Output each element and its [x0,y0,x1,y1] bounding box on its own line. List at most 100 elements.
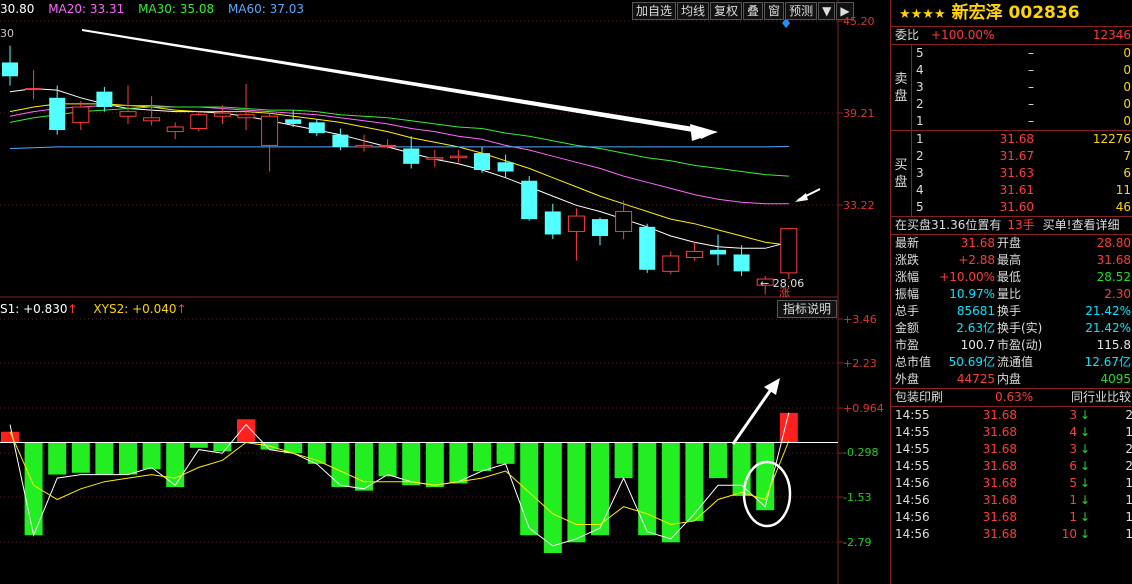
down-arrow-icon: ↓ [1079,493,1091,507]
ma-legend-ma30: MA30: 35.08 [138,2,215,16]
candle-body [474,153,490,170]
tick-volume: 4 [1069,425,1077,439]
candle-body [521,180,538,220]
tick-volume: 5 [1069,476,1077,490]
tick-row: 14:56 31.68 1 ↓ 1 [891,509,1132,526]
weibi-label: 委比 [895,28,920,42]
overlay-button[interactable]: 叠 [743,2,764,20]
ma-line [9,106,789,177]
ma-lines-button[interactable]: 均线 [677,2,710,20]
candle-body [213,112,231,117]
quote-value: 50.69亿 [948,355,995,369]
qty: 7 [1123,149,1131,163]
tick-time: 14:55 [895,442,930,456]
tick-price: 31.68 [982,408,1017,422]
tick-count: 1 [1125,527,1132,541]
quote-row: 外盘 44725 内盘 4095 [891,371,1132,388]
candle-body [426,157,444,160]
tick-count: 1 [1125,493,1132,507]
histogram-bar [709,442,727,479]
sell-row[interactable]: 5 – 0 [912,45,1132,62]
quote-label: 涨幅 [895,270,920,284]
quote-label: 最新 [895,236,920,250]
industry-compare-tab[interactable]: 同行业比较 [1055,389,1132,406]
tick-volume: 1 [1069,510,1077,524]
histogram-bar [591,442,609,536]
histogram-bar [71,442,90,473]
quote-label: 市盈(动) [997,338,1043,352]
tick-row: 14:56 31.68 1 ↓ 1 [891,492,1132,509]
qty: 12276 [1092,132,1131,146]
sell-row[interactable]: 4 – 0 [912,62,1132,79]
sell-row[interactable]: 1 – 0 [912,113,1132,130]
position-qty: 13手 [1007,218,1035,232]
chart-toolbar: 加自选 均线 复权 叠 窗 预测 ▼ ▶ [632,2,855,20]
qty: 0 [1123,46,1131,60]
indicator-axis-label: -1.53 [843,491,872,504]
dropdown-icon[interactable]: ▼ [818,2,836,20]
price: 31.60 [999,200,1034,214]
candle-body [49,97,66,131]
position-text: 在买盘31.36位置有 [895,218,1002,232]
pointer-arrow-head [795,193,808,202]
buy-side-label: 买盘 [891,131,912,216]
view-detail-link[interactable]: 买单!查看详细 [1043,217,1120,234]
weibi-value: +100.00% [931,28,995,42]
level: 5 [916,200,924,214]
buy-row[interactable]: 5 31.60 46 [912,199,1132,216]
histogram-bar [614,442,633,479]
quote-row: 总市值 50.69亿 流通值 12.67亿 [891,354,1132,371]
histogram-bar [402,442,421,486]
tick-row: 14:55 31.68 3 ↓ 2 [891,407,1132,424]
histogram-bar [119,442,137,475]
quote-value: 28.80 [1096,236,1131,250]
candle-body [261,115,279,146]
sell-row[interactable]: 3 – 0 [912,79,1132,96]
price: – [1028,46,1034,60]
price: – [1028,97,1034,111]
histogram-bar [638,442,657,536]
quote-value: 44725 [956,372,995,386]
buy-row[interactable]: 1 31.68 12276 [912,131,1132,148]
quote-label: 最低 [997,270,1022,284]
stock-title: ★★★★ 新宏泽 002836 [891,0,1132,26]
quote-label: 市盈 [895,338,920,352]
quote-value: +2.88 [958,253,995,267]
kline-chart[interactable] [0,0,890,584]
tick-price: 31.68 [982,476,1017,490]
histogram-bar [425,442,444,488]
down-arrow-icon: ↓ [1079,425,1091,439]
forecast-button[interactable]: 预测 [785,2,818,20]
tick-time: 14:56 [895,493,930,507]
buy-row[interactable]: 3 31.63 6 [912,165,1132,182]
quote-value: 2.63亿 [956,321,995,335]
candle-body [449,155,467,159]
quote-row: 涨幅 +10.00% 最低 28.52 [891,269,1132,286]
industry-tab[interactable]: 包装印刷 [891,389,995,406]
sell-side-label: 卖盘 [891,45,912,130]
candle-body [119,111,137,117]
kline-chart-area[interactable]: 30.80 MA20: 33.31 MA30: 35.08 MA60: 37.0… [0,0,890,584]
candle-body [332,134,349,147]
histogram-bar [331,442,350,488]
rebound-arrow [731,387,774,445]
tick-count: 2 [1125,408,1132,422]
buy-row[interactable]: 2 31.67 7 [912,148,1132,165]
indicator-legend-s1: S1: +0.830 [0,302,68,316]
buy-book: 买盘 1 31.68 12276 2 31.67 7 3 31.63 6 4 31.61 11 … [891,130,1132,216]
level: 4 [916,63,924,77]
tick-time: 14:55 [895,425,930,439]
down-arrow-icon: ↓ [1079,459,1091,473]
sell-row[interactable]: 2 – 0 [912,96,1132,113]
quote-row: 市盈 100.7 市盈(动) 115.8 [891,337,1132,354]
buy-row[interactable]: 4 31.61 11 [912,182,1132,199]
indicator-help-button[interactable]: 指标说明 [777,300,838,318]
add-watchlist-button[interactable]: 加自选 [632,2,677,20]
tick-price: 31.68 [982,425,1017,439]
window-button[interactable]: 窗 [764,2,785,20]
tick-volume: 1 [1069,493,1077,507]
ma-legend-ma60: MA60: 37.03 [227,2,304,16]
qty: 0 [1123,80,1131,94]
adjust-button[interactable]: 复权 [710,2,743,20]
industry-change: 0.63% [995,390,1034,404]
